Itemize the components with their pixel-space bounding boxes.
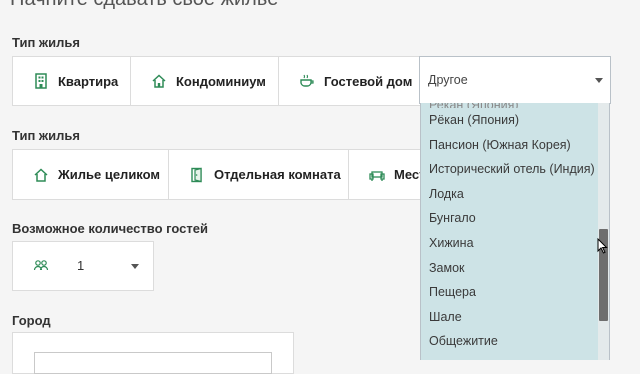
city-input[interactable] xyxy=(34,352,272,374)
cup-icon xyxy=(299,73,315,89)
guests-value: 1 xyxy=(77,258,85,273)
option-entire-place-label: Жилье целиком xyxy=(58,167,161,182)
property-type-label: Тип жилья xyxy=(12,35,80,50)
listbox-item-ryokan[interactable]: Рёкан (Япония) xyxy=(421,108,609,133)
room-type-group: Жилье целиком Отдельная комната Место xyxy=(12,149,422,200)
listbox-item-cave[interactable]: Пещера xyxy=(421,280,609,305)
listbox-item-pension[interactable]: Пансион (Южная Корея) xyxy=(421,133,609,158)
listbox-item-bungalow[interactable]: Бунгало xyxy=(421,206,609,231)
other-type-listbox[interactable]: Рекан (Япония) Рёкан (Япония) Пансион (Ю… xyxy=(420,103,610,360)
listbox-item-hut[interactable]: Хижина xyxy=(421,231,609,256)
option-private-room[interactable]: Отдельная комната xyxy=(169,150,349,199)
listbox-item-boat[interactable]: Лодка xyxy=(421,182,609,207)
room-type-label: Тип жилья xyxy=(12,128,80,143)
listbox-scrollbar[interactable] xyxy=(598,103,609,360)
city-label: Город xyxy=(12,313,51,328)
chevron-down-icon xyxy=(131,264,139,269)
other-type-select[interactable]: Другое xyxy=(419,56,611,104)
people-icon xyxy=(33,258,49,279)
option-entire-place[interactable]: Жилье целиком xyxy=(13,150,169,199)
option-shared-space[interactable]: Место xyxy=(349,150,421,199)
house-icon xyxy=(33,167,49,183)
guests-select[interactable]: 1 xyxy=(12,241,154,291)
option-shared-space-label: Место xyxy=(394,167,421,182)
door-icon xyxy=(189,167,205,183)
page-heading: Начните сдавать свое жилье xyxy=(10,0,278,11)
listbox-item-chalet[interactable]: Шале xyxy=(421,305,609,330)
option-condominium-label: Кондоминиум xyxy=(176,73,266,89)
option-guesthouse-label: Гостевой дом xyxy=(324,73,413,89)
property-type-group: Квартира Кондоминиум Гостевой дом xyxy=(12,56,424,106)
chevron-down-icon[interactable] xyxy=(595,78,603,83)
option-condominium[interactable]: Кондоминиум xyxy=(131,57,279,105)
house-icon xyxy=(151,73,167,89)
sofa-icon xyxy=(369,167,385,183)
option-apartment[interactable]: Квартира xyxy=(13,57,131,105)
listbox-item-heritage-hotel[interactable]: Исторический отель (Индия) xyxy=(421,157,609,182)
listbox-item-hostel[interactable]: Общежитие xyxy=(421,329,609,354)
mouse-cursor-icon xyxy=(597,237,608,259)
guests-label: Возможное количество гостей xyxy=(12,221,208,236)
building-icon xyxy=(33,73,49,89)
option-guesthouse[interactable]: Гостевой дом xyxy=(279,57,423,105)
other-type-select-value: Другое xyxy=(428,73,468,87)
listbox-item-castle[interactable]: Замок xyxy=(421,256,609,281)
option-private-room-label: Отдельная комната xyxy=(214,167,341,182)
option-apartment-label: Квартира xyxy=(58,73,119,89)
